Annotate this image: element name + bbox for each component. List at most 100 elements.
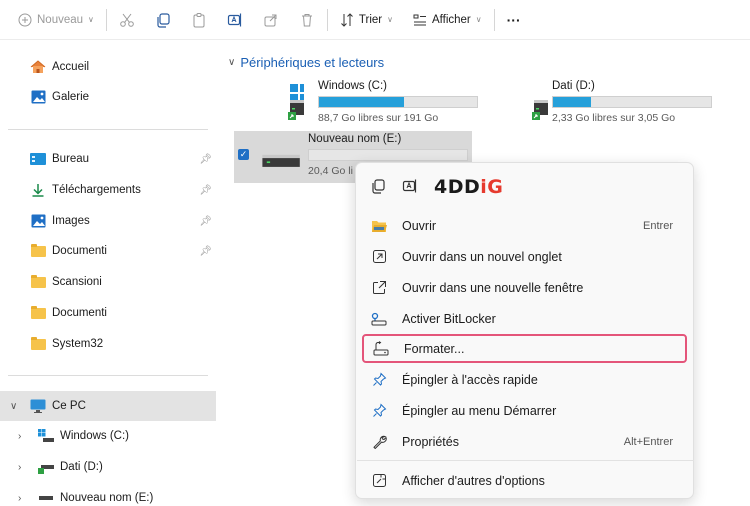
sidebar-item-documenti-2[interactable]: Documenti <box>0 299 216 327</box>
pin-icon[interactable]: 📌︎ <box>199 185 212 196</box>
new-button[interactable]: Nouveau ∨ <box>12 5 100 35</box>
folder-open-icon <box>370 217 388 235</box>
sidebar-item-label: Dati (D:) <box>60 461 103 473</box>
folder-icon <box>30 274 46 289</box>
command-bar: Nouveau ∨ Trier ∨ Afficher ∨ ··· <box>0 0 750 40</box>
menu-item-open-new-window[interactable]: Ouvrir dans une nouvelle fenêtre <box>362 273 687 302</box>
sidebar-item-label: Nouveau nom (E:) <box>60 492 154 504</box>
menu-item-pin-start[interactable]: Épingler au menu Démarrer <box>362 396 687 425</box>
sidebar-item-downloads[interactable]: Téléchargements 📌︎ <box>0 176 216 204</box>
menu-item-bitlocker[interactable]: Activer BitLocker <box>362 304 687 333</box>
drive-name: Windows (C:) <box>318 80 388 92</box>
drive-usage-fill <box>319 97 405 107</box>
cut-button[interactable] <box>113 5 141 35</box>
sidebar-item-this-pc[interactable]: ∨ Ce PC <box>0 391 216 421</box>
sidebar-item-label: Téléchargements <box>52 184 141 196</box>
drive-name: Nouveau nom (E:) <box>308 133 402 145</box>
sidebar-item-label: Windows (C:) <box>60 430 130 442</box>
menu-item-shortcut: Alt+Entrer <box>623 435 673 448</box>
monitor-icon <box>30 399 46 413</box>
new-window-icon <box>370 279 388 297</box>
pin-icon <box>370 402 388 420</box>
sidebar-item-scansioni[interactable]: Scansioni <box>0 268 216 296</box>
copy-icon[interactable] <box>370 178 386 197</box>
drive-usage-bar <box>552 96 712 108</box>
chevron-down-icon[interactable]: ∨ <box>10 401 17 412</box>
windows-drive-icon <box>38 429 54 443</box>
sidebar-item-drive-e[interactable]: › Nouveau nom (E:) <box>0 484 216 506</box>
drive-usage-fill <box>553 97 591 107</box>
chevron-down-icon: ∨ <box>228 57 236 68</box>
folder-icon <box>30 243 46 258</box>
sidebar-item-label: System32 <box>52 338 104 350</box>
section-header[interactable]: ∨ Périphériques et lecteurs <box>228 55 384 70</box>
menu-item-label: Ouvrir dans une nouvelle fenêtre <box>402 280 584 295</box>
menu-item-format[interactable]: Formater... <box>362 334 687 363</box>
drive-usage-bar <box>308 149 468 161</box>
sort-button[interactable]: Trier ∨ <box>334 5 399 35</box>
menu-item-more-options[interactable]: Afficher d'autres d'options <box>362 466 687 495</box>
more-options-icon <box>370 472 388 490</box>
context-menu-quick-actions: 4DDiG <box>364 171 503 203</box>
menu-item-shortcut: Entrer <box>643 219 673 232</box>
sort-arrows-icon <box>341 12 353 27</box>
menu-item-label: Propriétés <box>402 434 459 449</box>
context-menu: 4DDiG Ouvrir Entrer Ouvrir dans un nouve… <box>355 162 694 499</box>
drive-tile-c[interactable]: Windows (C:) 88,7 Go libres sur 191 Go <box>232 78 482 128</box>
chevron-right-icon[interactable]: › <box>18 462 21 473</box>
paste-button[interactable] <box>185 5 213 35</box>
drive-icon <box>532 100 548 120</box>
delete-button[interactable] <box>293 5 321 35</box>
more-options-button[interactable]: ··· <box>501 5 527 35</box>
sidebar-item-home[interactable]: Accueil <box>0 53 216 81</box>
plus-circle-icon <box>18 13 32 26</box>
chevron-right-icon[interactable]: › <box>18 431 21 442</box>
menu-item-label: Ouvrir <box>402 218 437 233</box>
folder-icon <box>30 336 46 351</box>
clipboard-icon <box>193 12 205 27</box>
windows-drive-icon <box>288 84 304 120</box>
menu-item-open[interactable]: Ouvrir Entrer <box>362 211 687 240</box>
sidebar-item-desktop[interactable]: Bureau 📌︎ <box>0 145 216 173</box>
drive-tile-d[interactable]: Dati (D:) 2,33 Go libres sur 3,05 Go <box>476 78 736 128</box>
sidebar-item-drive-d[interactable]: › Dati (D:) <box>0 453 216 481</box>
menu-item-pin-quick-access[interactable]: Épingler à l'accès rapide <box>362 365 687 394</box>
pin-icon[interactable]: 📌︎ <box>199 216 212 227</box>
sidebar-item-label: Ce PC <box>52 400 86 412</box>
sidebar-item-label: Documenti <box>52 245 107 257</box>
menu-item-open-new-tab[interactable]: Ouvrir dans un nouvel onglet <box>362 242 687 271</box>
trash-icon <box>301 13 312 26</box>
copy-button[interactable] <box>149 5 177 35</box>
download-arrow-icon <box>30 183 46 197</box>
folder-icon <box>30 305 46 320</box>
menu-divider <box>357 460 694 461</box>
share-icon <box>264 14 277 26</box>
checkbox-checked-icon[interactable]: ✓ <box>238 149 249 160</box>
rename-icon[interactable] <box>402 178 418 197</box>
sidebar-item-drive-c[interactable]: › Windows (C:) <box>0 422 216 450</box>
new-label: Nouveau <box>37 13 84 26</box>
sidebar-item-system32[interactable]: System32 <box>0 330 216 358</box>
pin-icon[interactable]: 📌︎ <box>199 246 212 257</box>
chevron-down-icon: ∨ <box>387 15 393 24</box>
rename-button[interactable] <box>221 5 249 35</box>
drive-icon <box>262 154 300 167</box>
pin-icon[interactable]: 📌︎ <box>199 154 212 165</box>
sidebar-item-documenti[interactable]: Documenti 📌︎ <box>0 237 216 265</box>
sidebar-item-gallery[interactable]: Galerie <box>0 83 216 111</box>
sidebar-item-label: Galerie <box>52 91 90 103</box>
pin-icon <box>370 371 388 389</box>
section-title: Périphériques et lecteurs <box>240 55 385 70</box>
menu-item-label: Épingler à l'accès rapide <box>402 372 538 387</box>
menu-item-label: Activer BitLocker <box>402 311 496 326</box>
4ddig-logo: 4DDiG <box>434 176 504 198</box>
sidebar-divider <box>8 129 208 130</box>
chevron-right-icon[interactable]: › <box>18 493 21 504</box>
sidebar-item-images[interactable]: Images 📌︎ <box>0 207 216 235</box>
drive-free-space: 2,33 Go libres sur 3,05 Go <box>552 112 676 124</box>
desktop-icon <box>30 152 46 166</box>
view-button[interactable]: Afficher ∨ <box>407 5 488 35</box>
menu-item-label: Ouvrir dans un nouvel onglet <box>402 249 562 264</box>
share-button[interactable] <box>257 5 285 35</box>
menu-item-properties[interactable]: Propriétés Alt+Entrer <box>362 427 687 456</box>
